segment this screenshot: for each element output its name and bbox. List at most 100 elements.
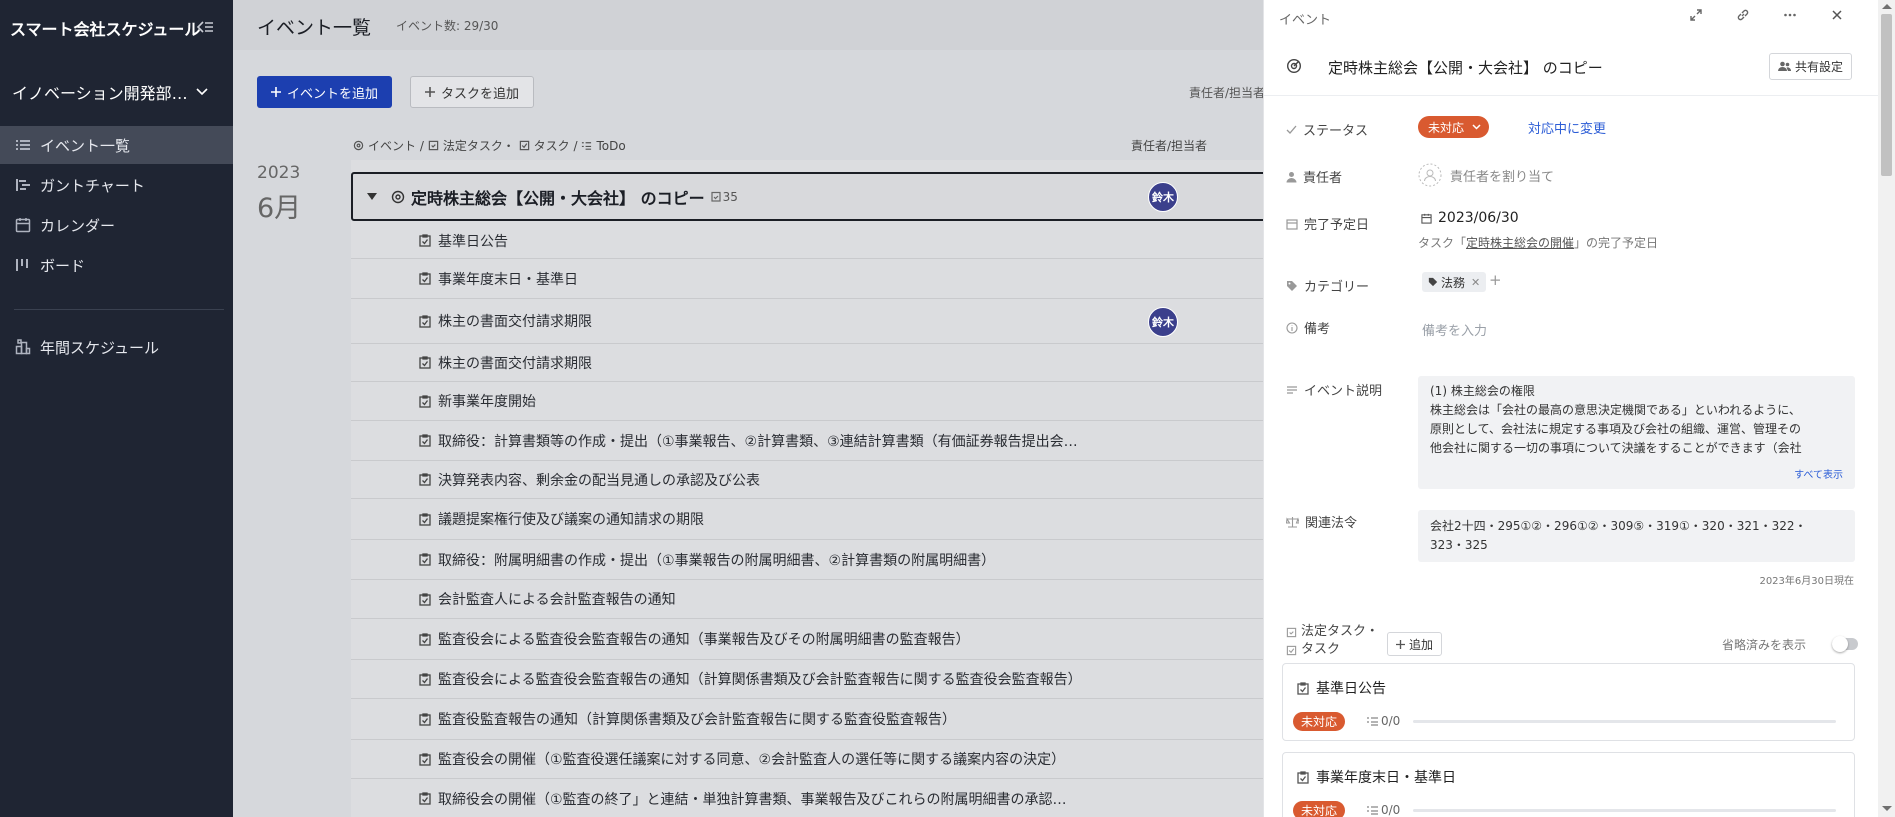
due-label-text: 完了予定日 (1304, 218, 1370, 233)
organization-selector[interactable]: イノベーション開発部… (12, 80, 217, 104)
change-status-link[interactable]: 対応中に変更 (1528, 118, 1606, 137)
legal-task-icon (419, 512, 431, 526)
link-icon[interactable] (1736, 8, 1750, 22)
task-card[interactable]: 基準日公告 未対応 0/0 (1282, 663, 1855, 741)
event-icon (391, 190, 405, 204)
legal-task-icon (419, 632, 431, 646)
scroll-up-arrow[interactable] (1882, 4, 1892, 9)
close-icon[interactable] (1830, 8, 1844, 22)
sidebar-item-board[interactable]: ボード (0, 246, 233, 284)
expand-icon[interactable] (1689, 8, 1703, 22)
task-row[interactable]: 会計監査人による会計監査報告の通知 (351, 580, 1281, 619)
avatar[interactable]: 鈴木 (1148, 306, 1178, 337)
sidebar-item-calendar[interactable]: カレンダー (0, 206, 233, 244)
sidebar-item-label: ガントチャート (40, 176, 145, 195)
category-value: 法務 (1441, 275, 1466, 290)
status-badge[interactable]: 未対応 (1293, 801, 1346, 817)
due-date-value[interactable]: 2023/06/30 (1421, 210, 1519, 226)
todo-icon (1367, 805, 1378, 815)
show-omitted-toggle[interactable] (1832, 636, 1858, 652)
panel-event-title[interactable]: 定時株主総会【公開・大会社】 のコピー (1328, 57, 1603, 78)
add-category-icon[interactable]: + (1489, 271, 1502, 289)
sidebar-item-gantt-chart[interactable]: ガントチャート (0, 166, 233, 204)
task-row[interactable]: 取締役：計算書類等の作成・提出（①事業報告、②計算書類、③連結計算書類（有価証券… (351, 421, 1281, 461)
legal-task-icon (419, 592, 431, 606)
assignee-filter[interactable]: 責任者/担当者 (1189, 84, 1265, 101)
collapse-sidebar-icon[interactable] (196, 18, 214, 36)
add-label: 追加 (1409, 637, 1434, 652)
todo-count: 0/0 (1367, 803, 1400, 817)
legal-task-icon (1297, 770, 1309, 784)
law-line: 会社2十四・295①②・296①②・309⑤・319①・320・321・322・ (1430, 519, 1807, 533)
task-row[interactable]: 新事業年度開始 (351, 382, 1281, 421)
due-note-prefix: タスク「 (1418, 236, 1467, 250)
due-note-task-link[interactable]: 定時株主総会の開催 (1466, 236, 1574, 250)
task-row[interactable]: 基準日公告 (351, 223, 1281, 259)
tag-icon (1428, 277, 1438, 287)
plus-icon (271, 87, 281, 97)
page-title: イベント一覧 (257, 17, 372, 39)
todo-icon (1367, 716, 1378, 726)
gantt-icon (14, 176, 32, 194)
task-row[interactable]: 株主の書面交付請求期限 (351, 299, 1281, 344)
tag-icon (1286, 280, 1298, 292)
task-row[interactable]: 取締役会の開催（①監査の終了」と連結・単独計算書類、事業報告及びこれらの附属明細… (351, 779, 1281, 817)
parent-event-title: 定時株主総会【公開・大会社】 のコピー (411, 188, 705, 208)
chevron-down-icon (1472, 124, 1481, 130)
scroll-down-arrow[interactable] (1882, 806, 1892, 811)
law-label-text: 関連法令 (1305, 516, 1358, 531)
add-task-button[interactable]: 追加 (1387, 632, 1443, 656)
event-count: イベント数: 29/30 (396, 19, 499, 33)
task-row[interactable]: 監査役会の開催（①監査役選任議案に対する同意、②会計監査人の選任等に関する議案内… (351, 740, 1281, 779)
status-value: 未対応 (1428, 120, 1465, 135)
legal-task-icon (419, 752, 431, 766)
header-legal-task: 法定タスク・ (442, 139, 515, 153)
tasks-head-line: 法定タスク・ (1301, 624, 1379, 639)
legal-task-icon (419, 672, 431, 686)
sidebar-item-label: ボード (40, 256, 86, 275)
assignee-placeholder: 責任者を割り当て (1450, 169, 1555, 185)
person-icon (1286, 171, 1297, 183)
note-field-label: 備考 (1286, 318, 1330, 337)
share-settings-label: 共有設定 (1795, 60, 1844, 74)
note-input[interactable]: 備考を入力 (1422, 320, 1487, 339)
scrollbar-thumb[interactable] (1881, 14, 1892, 176)
task-label: 決算発表内容、剰余金の配当見通しの承認及び公表 (438, 472, 760, 489)
task-row[interactable]: 事業年度末日・基準日 (351, 259, 1281, 299)
due-date-text: 2023/06/30 (1438, 210, 1519, 226)
law-field-label: 関連法令 (1286, 512, 1357, 531)
parent-event-row[interactable]: 定時株主総会【公開・大会社】 のコピー 35 (351, 172, 1281, 221)
task-icon (1286, 645, 1297, 656)
avatar[interactable]: 鈴木 (1148, 182, 1178, 212)
check-icon (1286, 125, 1297, 135)
task-row[interactable]: 監査役監査報告の通知（計算関係書類及び会計監査報告に関する監査役監査報告） (351, 699, 1281, 740)
task-row[interactable]: 株主の書面交付請求期限 (351, 344, 1281, 382)
category-chip[interactable]: 法務 ✕ (1422, 272, 1487, 292)
app-title: スマート会社スケジュール (10, 20, 201, 39)
event-description: (1) 株主総会の権限 株主総会は「会社の最高の意思決定機関である」といわれるよ… (1418, 376, 1855, 489)
show-all-link[interactable]: すべて表示 (1788, 466, 1843, 485)
task-row[interactable]: 監査役会による監査役会監査報告の通知（事業報告及びその附属明細書の監査報告） (351, 619, 1281, 660)
task-row[interactable]: 取締役：附属明細書の作成・提出（①事業報告の附属明細書、②計算書類の附属明細書） (351, 540, 1281, 580)
legal-task-icon (419, 712, 431, 726)
sidebar-item-event-list[interactable]: イベント一覧 (0, 126, 233, 164)
task-row[interactable]: 監査役会による監査役会監査報告の通知（計算関係書類及び会計監査報告に関する監査役… (351, 660, 1281, 699)
task-count: 35 (710, 190, 738, 204)
share-settings-button[interactable]: 共有設定 (1769, 53, 1853, 80)
task-row[interactable]: 決算発表内容、剰余金の配当見通しの承認及び公表 (351, 461, 1281, 499)
more-icon[interactable] (1783, 8, 1797, 22)
sidebar-item-annual-schedule[interactable]: 年間スケジュール (0, 328, 233, 366)
sidebar: スマート会社スケジュール イノベーション開発部… イベント一覧 ガントチャート … (0, 0, 233, 817)
task-card[interactable]: 事業年度末日・基準日 未対応 0/0 (1282, 752, 1855, 817)
task-row[interactable]: 議題提案権行使及び議案の通知請求の期限 (351, 499, 1281, 540)
assignee-field-label: 責任者 (1286, 167, 1342, 186)
status-dropdown[interactable]: 未対応 (1418, 116, 1490, 138)
collapse-triangle-icon[interactable] (367, 193, 377, 200)
remove-icon[interactable]: ✕ (1471, 276, 1480, 289)
assign-assignee-button[interactable]: 責任者を割り当て (1418, 163, 1554, 187)
add-task-button[interactable]: タスクを追加 (410, 76, 535, 108)
status-badge[interactable]: 未対応 (1293, 712, 1346, 731)
add-event-button[interactable]: イベントを追加 (257, 76, 393, 108)
category-field-label: カテゴリー (1286, 276, 1369, 295)
description-line: 株主総会は「会社の最高の意思決定機関である」といわれるように、 (1430, 403, 1801, 417)
